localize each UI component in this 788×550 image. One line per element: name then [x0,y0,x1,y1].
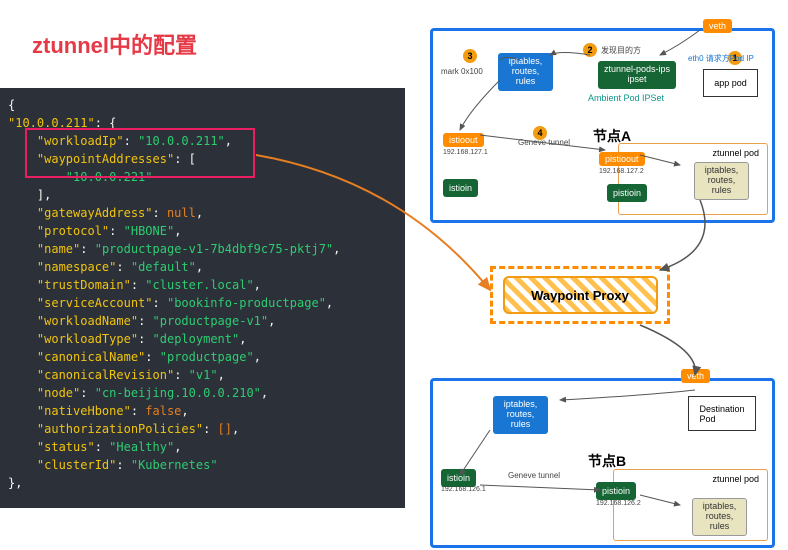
istioout: istioout [443,133,484,147]
mark-label: mark 0x100 [441,67,483,76]
step-2: 2 [583,43,597,57]
veth-box-b: veth [681,369,710,383]
app-pod: app pod [703,69,758,97]
diagram-title: ztunnel中的配置 [32,28,197,60]
ip-b-1: 192.168.126.1 [441,486,486,493]
pistioin-b: pistioin [596,482,636,500]
node-b-label: 节点B [588,451,626,471]
pistioout: pistioout [599,152,645,166]
ztunnel-pod-b: ztunnel pod pistioin 192.168.126.2 iptab… [613,469,768,541]
dest-pod: Destination Pod [688,396,756,431]
node-b-container: 节点B veth Destination Pod iptables, route… [430,378,775,548]
find-label: 发现目的方 [601,45,641,56]
iptables-zt-a: iptables, routes, rules [694,162,749,200]
ip-out-1: 192.168.127.1 [443,149,488,156]
ip-out-2: 192.168.127.2 [599,168,644,175]
ambient-label: Ambient Pod IPSet [588,93,664,103]
eth0-label: eth0 请求方Pod IP [688,53,754,64]
node-a-container: 节点A veth 1 eth0 请求方Pod IP app pod 2 发现目的… [430,28,775,223]
veth-box-a: veth [703,19,732,33]
ztunnel-pod-a: ztunnel pod pistioout 192.168.127.2 pist… [618,143,768,215]
waypoint-proxy: Waypoint Proxy [490,266,670,324]
istioin-b: istioin [441,469,476,487]
geneve-b: Geneve tunnel [508,471,560,480]
waypoint-label: Waypoint Proxy [531,288,629,303]
geneve-a: Geneve tunnel [518,138,570,147]
iptables-a: iptables, routes, rules [498,53,553,91]
ip-b-2: 192.168.126.2 [596,500,641,507]
iptables-zt-b: iptables, routes, rules [692,498,747,536]
ztunnel-ips: ztunnel-pods-ips ipset [598,61,676,89]
iptables-b: iptables, routes, rules [493,396,548,434]
step-3: 3 [463,49,477,63]
istioin-a: istioin [443,179,478,197]
waypoint-highlight [25,128,255,178]
pistioin-a: pistioin [607,184,647,202]
